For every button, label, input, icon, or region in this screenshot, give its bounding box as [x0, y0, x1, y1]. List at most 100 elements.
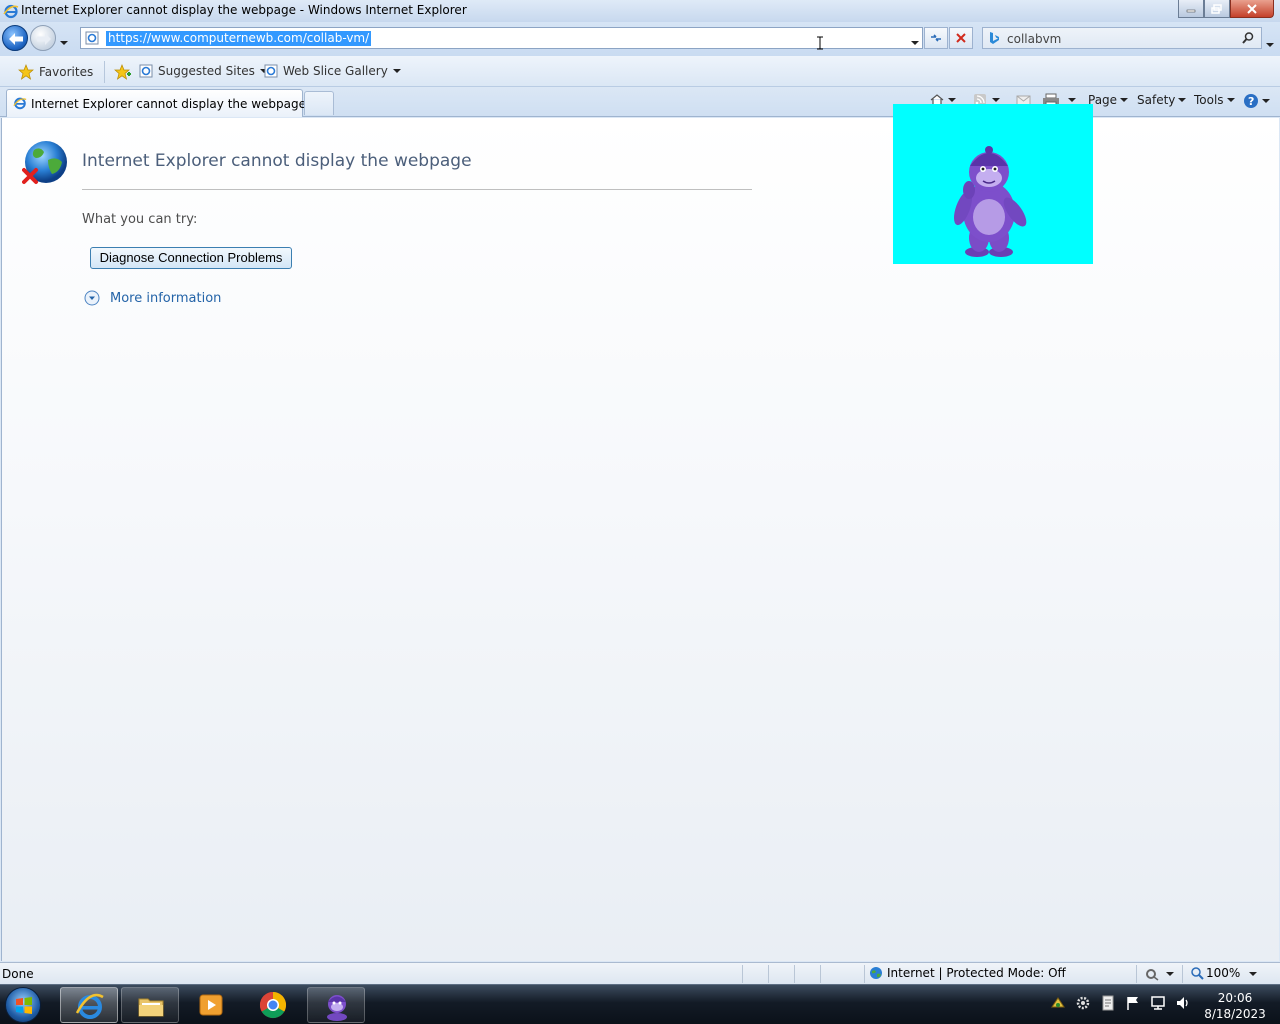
folder-icon — [138, 998, 164, 1017]
internet-explorer-icon — [3, 4, 19, 19]
new-tab-button[interactable] — [304, 91, 334, 115]
add-favorite-icon — [114, 64, 131, 80]
taskbar-windows-explorer[interactable] — [121, 987, 179, 1023]
taskbar-chrome[interactable] — [244, 987, 302, 1023]
chevron-down-icon — [1178, 98, 1187, 102]
globe-error-icon — [22, 141, 67, 184]
status-divider — [742, 965, 743, 983]
chevron-down-icon — [1068, 98, 1076, 102]
web-slice-gallery-label: Web Slice Gallery — [283, 64, 388, 78]
search-box[interactable]: collabvm — [982, 27, 1262, 49]
zoom-magnifier-icon — [1191, 967, 1204, 980]
minimize-button[interactable] — [1178, 0, 1204, 18]
address-bar[interactable]: https://www.computernewb.com/collab-vm/ — [80, 27, 923, 49]
zoom-level: 100% — [1206, 966, 1241, 980]
what-you-can-try-label: What you can try: — [82, 212, 198, 227]
navigation-bar: https://www.computernewb.com/collab-vm/ … — [0, 22, 1280, 56]
volume-icon[interactable] — [1175, 995, 1191, 1011]
page-icon — [85, 31, 99, 45]
close-window-button[interactable] — [1230, 0, 1274, 18]
safety-menu-button[interactable]: Safety — [1137, 93, 1187, 107]
suggested-sites-button[interactable]: Suggested Sites — [139, 64, 268, 78]
search-icon[interactable] — [1241, 31, 1255, 45]
help-icon: ? — [1244, 94, 1258, 108]
back-button[interactable] — [2, 25, 28, 51]
svg-text:?: ? — [1248, 95, 1254, 108]
bonzi-buddy-gorilla-icon[interactable] — [943, 142, 1033, 258]
status-bar: Done Internet | Protected Mode: Off 100% — [0, 962, 1280, 984]
heading-divider — [82, 189, 752, 190]
status-text: Done — [2, 967, 34, 981]
status-divider — [864, 965, 865, 983]
chevron-down-icon — [992, 98, 1000, 102]
chrome-icon — [259, 991, 287, 1019]
more-information-label: More information — [110, 290, 222, 306]
safety-menu-label: Safety — [1137, 93, 1176, 107]
tools-menu-button[interactable]: Tools — [1194, 93, 1235, 107]
web-slice-gallery-button[interactable]: Web Slice Gallery — [264, 64, 401, 78]
internet-zone-globe-icon — [870, 967, 882, 979]
system-clock[interactable]: 20:06 8/18/2023 — [1196, 990, 1274, 1022]
restore-icon — [1211, 3, 1222, 14]
media-player-icon — [199, 994, 223, 1016]
tray-gear-icon[interactable] — [1075, 995, 1091, 1011]
title-bar: Internet Explorer cannot display the web… — [0, 0, 1280, 22]
internet-explorer-icon — [13, 97, 27, 110]
address-dropdown[interactable] — [911, 34, 919, 48]
help-button[interactable]: ? — [1243, 93, 1270, 109]
url-text[interactable]: https://www.computernewb.com/collab-vm/ — [106, 31, 372, 46]
star-icon — [18, 64, 34, 80]
chevron-down-icon — [1166, 972, 1174, 976]
add-to-favorites-bar-button[interactable] — [114, 64, 132, 80]
diagnose-connection-problems-button[interactable]: Diagnose Connection Problems — [90, 247, 292, 269]
taskbar-media-player[interactable] — [182, 987, 240, 1023]
favorites-bar: Favorites Suggested Sites Web Slice Gall… — [0, 56, 1280, 87]
window-controls — [1178, 0, 1274, 18]
maximize-button[interactable] — [1204, 0, 1230, 18]
security-zone-label: Internet | Protected Mode: Off — [887, 966, 1066, 980]
internet-explorer-icon — [75, 993, 104, 1019]
window-title: Internet Explorer cannot display the web… — [21, 3, 467, 17]
bonzi-buddy-icon — [327, 995, 347, 1021]
text-cursor-icon — [817, 36, 823, 50]
back-arrow-icon — [9, 33, 23, 45]
search-query[interactable]: collabvm — [1007, 32, 1061, 46]
search-provider-dropdown[interactable] — [1266, 36, 1274, 50]
change-status-bar-settings-button[interactable] — [1144, 967, 1174, 981]
close-icon — [1247, 3, 1257, 14]
windows-logo-icon — [16, 997, 32, 1014]
taskbar-internet-explorer[interactable] — [60, 987, 118, 1023]
chevron-down-icon — [60, 41, 68, 45]
clock-date: 8/18/2023 — [1204, 1007, 1266, 1021]
refresh-button[interactable] — [924, 27, 948, 49]
favorites-button[interactable]: Favorites — [18, 64, 93, 80]
page-menu-button[interactable]: Page — [1088, 93, 1129, 107]
forward-button[interactable] — [30, 25, 56, 51]
zoom-button[interactable]: 100% — [1190, 966, 1240, 980]
tray-document-icon[interactable] — [1100, 995, 1116, 1011]
taskbar-bonzi-buddy[interactable] — [307, 987, 365, 1023]
ie-page-icon — [264, 64, 278, 78]
gear-arrow-icon — [1146, 969, 1159, 981]
suggested-sites-label: Suggested Sites — [158, 64, 255, 78]
status-divider — [1182, 965, 1183, 983]
taskbar: 20:06 8/18/2023 — [0, 984, 1280, 1024]
zoom-dropdown-icon[interactable] — [1249, 972, 1257, 976]
status-divider — [1136, 965, 1137, 983]
tray-app-icon[interactable] — [1050, 995, 1066, 1011]
stop-button[interactable] — [949, 27, 973, 49]
bonzi-buddy-overlay[interactable] — [893, 104, 1093, 264]
start-button[interactable] — [5, 987, 41, 1023]
more-information-link[interactable]: More information — [84, 290, 221, 306]
stop-icon — [956, 33, 966, 43]
forward-arrow-icon — [37, 33, 51, 45]
recent-pages-dropdown[interactable] — [60, 34, 68, 48]
tab-current[interactable]: Internet Explorer cannot display the web… — [6, 89, 306, 117]
status-divider — [794, 965, 795, 983]
chevron-down-icon — [392, 69, 401, 73]
status-divider — [768, 965, 769, 983]
security-zone[interactable]: Internet | Protected Mode: Off — [869, 966, 1066, 980]
action-center-flag-icon[interactable] — [1125, 995, 1141, 1011]
chevron-down-icon — [1226, 98, 1235, 102]
network-icon[interactable] — [1150, 995, 1166, 1011]
